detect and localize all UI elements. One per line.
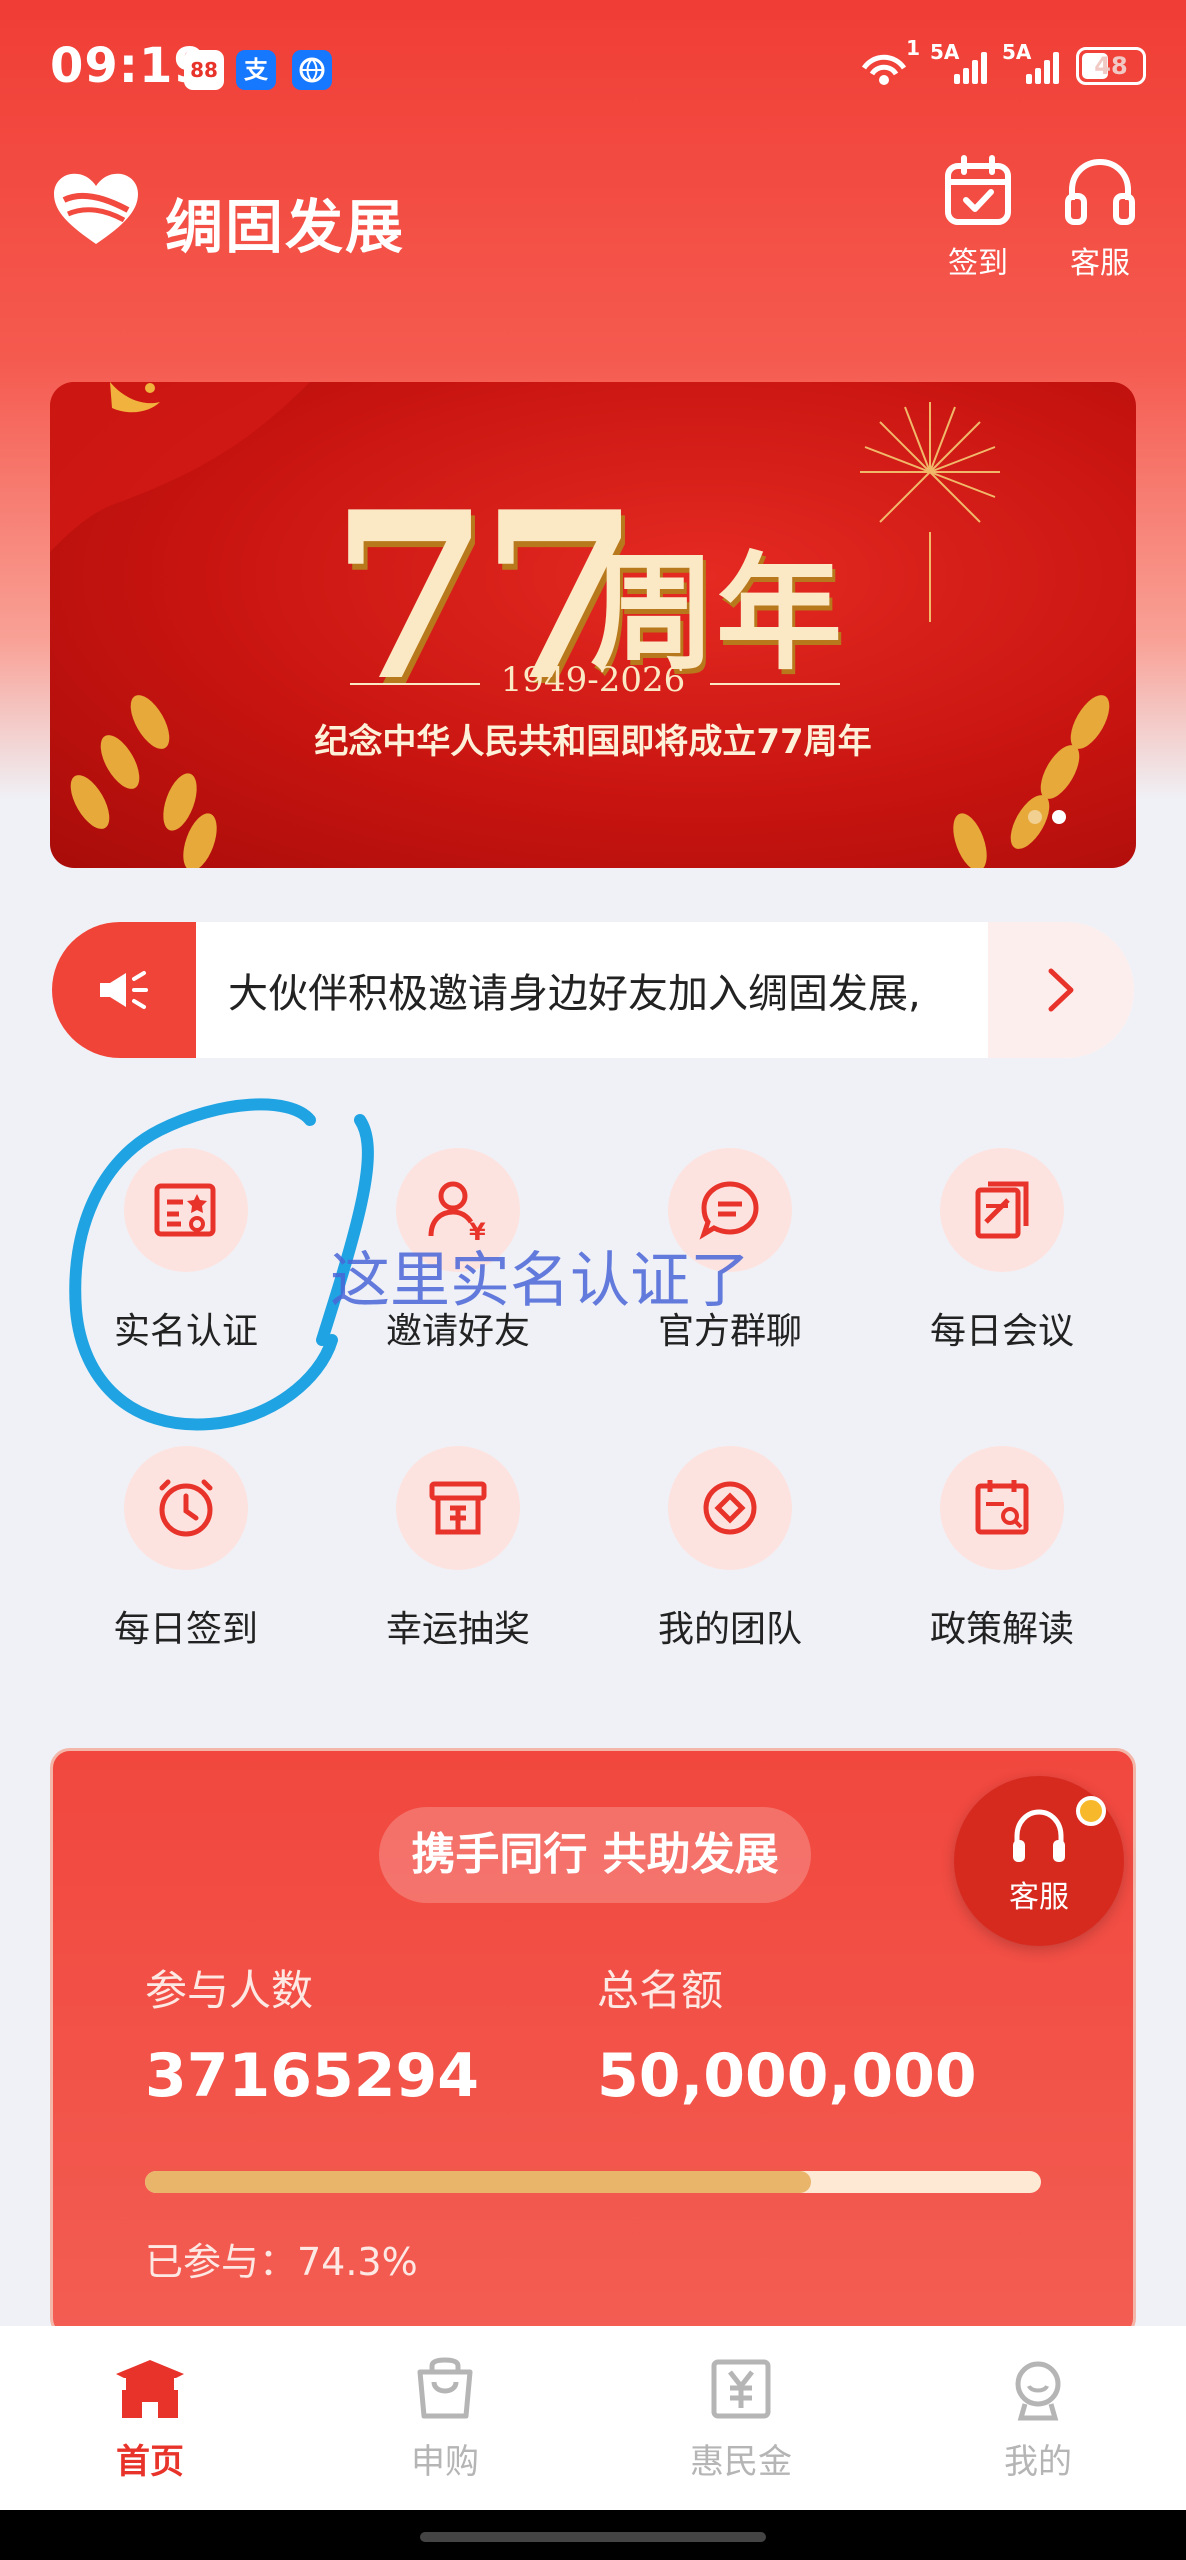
grid-item-daily-checkin[interactable]: 每日签到 xyxy=(50,1446,322,1652)
meeting-icon xyxy=(940,1148,1064,1272)
calendar-check-icon xyxy=(945,155,1011,225)
slogan-pill: 携手同行 共助发展 xyxy=(379,1807,811,1903)
grid-label: 每日签到 xyxy=(113,1609,258,1650)
floating-service-button[interactable]: 客服 xyxy=(954,1776,1124,1946)
participants-label: 参与人数 xyxy=(145,1966,314,2015)
battery-icon: 48 xyxy=(1076,47,1146,85)
tab-label: 惠民金 xyxy=(690,2442,792,2482)
banner-subtitle: 纪念中华人民共和国即将成立77周年 xyxy=(314,722,872,762)
progress-fill xyxy=(145,2171,811,2193)
grid-label: 政策解读 xyxy=(929,1609,1074,1650)
grid-item-policy[interactable]: 政策解读 xyxy=(866,1446,1138,1652)
tab-label: 首页 xyxy=(116,2442,184,2482)
megaphone-icon xyxy=(52,922,196,1058)
team-icon xyxy=(668,1446,792,1570)
grid-label: 幸运抽奖 xyxy=(385,1609,530,1650)
grid-item-lottery[interactable]: 幸运抽奖 xyxy=(322,1446,594,1652)
notice-bar[interactable]: 大伙伴积极邀请身边好友加入绸固发展, xyxy=(52,922,1134,1058)
policy-icon xyxy=(940,1446,1064,1570)
app-logo xyxy=(50,170,142,250)
pagination-dot-active[interactable] xyxy=(1052,810,1066,824)
grid-label: 每日会议 xyxy=(929,1311,1074,1352)
notice-text: 大伙伴积极邀请身边好友加入绸固发展, xyxy=(228,971,921,1017)
grid-item-team[interactable]: 我的团队 xyxy=(594,1446,866,1652)
tab-purchase[interactable]: 申购 xyxy=(365,2356,525,2483)
anniversary-banner[interactable]: 77 周年 1949-2026 纪念中华人民共和国即将成立77周年 xyxy=(50,382,1136,868)
status-bar: 09:19 88 支 1 5A 5A 48 xyxy=(0,0,1186,140)
home-gate-icon xyxy=(116,2360,184,2418)
progress-track xyxy=(145,2171,1041,2193)
bottom-tab-bar: 首页 申购 惠民金 我的 xyxy=(0,2326,1186,2510)
banner-years: 1949-2026 xyxy=(500,660,686,700)
quota-label: 总名额 xyxy=(597,1966,724,2015)
headset-icon xyxy=(1065,158,1135,225)
banner-pagination xyxy=(1028,810,1066,824)
notification-dot xyxy=(1076,1796,1106,1826)
alipay-notification-icon: 支 xyxy=(236,50,276,90)
grid-item-meeting[interactable]: 每日会议 xyxy=(866,1148,1138,1354)
clock-icon xyxy=(124,1446,248,1570)
service-label: 客服 xyxy=(1070,246,1130,281)
grid-label: 我的团队 xyxy=(657,1609,802,1650)
annotation-text: 这里实名认证了 xyxy=(330,1246,750,1316)
browser-notification-icon xyxy=(292,50,332,90)
headset-icon xyxy=(1013,1809,1065,1862)
wifi-icon: 1 xyxy=(860,36,920,88)
status-icons: 1 5A 5A 48 xyxy=(860,36,1146,88)
app-header: 绸固发展 签到 客服 xyxy=(0,150,1186,290)
yuan-icon xyxy=(711,2359,771,2419)
lottery-icon xyxy=(396,1446,520,1570)
signal-icon-2: 5A xyxy=(1002,40,1062,84)
checkin-label: 签到 xyxy=(948,246,1008,281)
user-icon xyxy=(1015,2361,1061,2421)
customer-service-button[interactable]: 客服 xyxy=(1050,154,1150,282)
home-indicator[interactable] xyxy=(420,2532,766,2542)
tab-label: 申购 xyxy=(411,2442,479,2482)
tab-profile[interactable]: 我的 xyxy=(958,2356,1118,2483)
app-notification-icon: 88 xyxy=(184,50,224,90)
quota-value: 50,000,000 xyxy=(597,2041,977,2111)
chevron-right-icon[interactable] xyxy=(988,922,1134,1058)
checkin-button[interactable]: 签到 xyxy=(928,154,1028,282)
tab-label: 我的 xyxy=(1004,2442,1072,2482)
system-navigation-bar xyxy=(0,2510,1186,2560)
participants-value: 37165294 xyxy=(145,2041,479,2111)
wifi-label: 1 xyxy=(906,36,920,60)
app-title: 绸固发展 xyxy=(165,193,406,261)
tab-benefit[interactable]: 惠民金 xyxy=(661,2356,821,2483)
signal-icon: 5A xyxy=(930,40,990,84)
floating-service-label: 客服 xyxy=(1009,1880,1069,1915)
shopping-bag-icon xyxy=(417,2357,473,2419)
tab-home[interactable]: 首页 xyxy=(70,2356,230,2483)
pagination-dot[interactable] xyxy=(1028,810,1042,824)
progress-text: 已参与：74.3% xyxy=(145,2240,418,2284)
